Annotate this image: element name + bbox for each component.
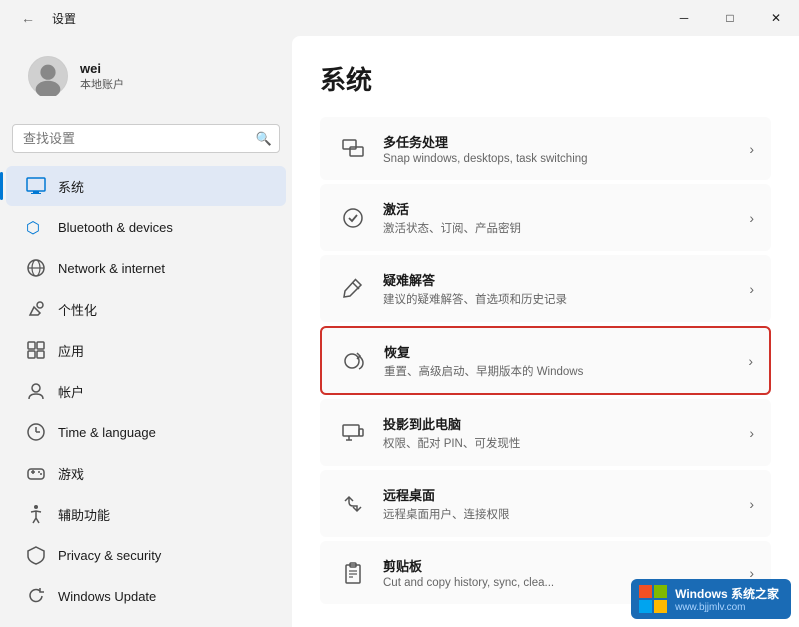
watermark-text: Windows 系统之家 www.bjjmlv.com — [675, 585, 779, 613]
avatar — [28, 56, 68, 96]
user-info: wei 本地账户 — [80, 61, 124, 92]
titlebar-title: 设置 — [52, 10, 76, 27]
app-container: wei 本地账户 🔍 系统 ⬡ Bluetooth & devices Netw… — [0, 36, 799, 627]
sidebar-item-label-personalization: 个性化 — [58, 300, 97, 319]
settings-item-arrow-project: › — [749, 425, 754, 441]
sidebar-item-accessibility[interactable]: 辅助功能 — [6, 494, 286, 534]
settings-item-title-recovery: 恢复 — [384, 342, 740, 361]
multitask-icon — [337, 133, 369, 165]
sidebar-item-label-network: Network & internet — [58, 261, 165, 276]
back-button[interactable]: ← — [14, 4, 42, 32]
window-controls: ─ □ ✕ — [661, 0, 799, 36]
recovery-icon — [338, 345, 370, 377]
sidebar-item-label-update: Windows Update — [58, 589, 156, 604]
settings-item-desc-remote: 远程桌面用户、连接权限 — [383, 506, 741, 522]
watermark-line1: Windows 系统之家 — [675, 585, 779, 602]
settings-item-title-troubleshoot: 疑难解答 — [383, 270, 741, 289]
settings-item-arrow-multitask: › — [749, 141, 754, 157]
maximize-button[interactable]: □ — [707, 0, 753, 36]
sidebar-item-label-privacy: Privacy & security — [58, 548, 161, 563]
sidebar-item-label-gaming: 游戏 — [58, 464, 84, 483]
settings-item-arrow-activation: › — [749, 210, 754, 226]
apps-icon — [26, 340, 46, 360]
bluetooth-icon: ⬡ — [26, 217, 46, 237]
sidebar-item-network[interactable]: Network & internet — [6, 248, 286, 288]
sidebar-item-label-apps: 应用 — [58, 341, 84, 360]
sidebar-item-update[interactable]: Windows Update — [6, 576, 286, 616]
settings-item-troubleshoot[interactable]: 疑难解答 建议的疑难解答、首选项和历史记录 › — [320, 255, 771, 322]
page-title: 系统 — [320, 60, 771, 97]
settings-item-desc-activation: 激活状态、订阅、产品密钥 — [383, 220, 741, 236]
privacy-icon — [26, 545, 46, 565]
sidebar-item-gaming[interactable]: 游戏 — [6, 453, 286, 493]
user-name: wei — [80, 61, 124, 76]
user-profile[interactable]: wei 本地账户 — [8, 40, 284, 112]
watermark-line2: www.bjjmlv.com — [675, 602, 779, 613]
sidebar-item-system[interactable]: 系统 — [6, 166, 286, 206]
sidebar-item-label-bluetooth: Bluetooth & devices — [58, 220, 173, 235]
sidebar-item-privacy[interactable]: Privacy & security — [6, 535, 286, 575]
sidebar-item-apps[interactable]: 应用 — [6, 330, 286, 370]
search-icon: 🔍 — [256, 131, 272, 147]
accessibility-icon — [26, 504, 46, 524]
main-content: 系统 多任务处理 Snap windows, desktops, task sw… — [292, 36, 799, 627]
settings-item-title-clipboard: 剪贴板 — [383, 556, 741, 575]
settings-item-arrow-troubleshoot: › — [749, 281, 754, 297]
settings-item-project[interactable]: 投影到此电脑 权限、配对 PIN、可发现性 › — [320, 399, 771, 466]
gaming-icon — [26, 463, 46, 483]
settings-item-text-multitask: 多任务处理 Snap windows, desktops, task switc… — [383, 132, 741, 165]
sidebar: wei 本地账户 🔍 系统 ⬡ Bluetooth & devices Netw… — [0, 36, 292, 627]
time-icon — [26, 422, 46, 442]
sidebar-item-label-system: 系统 — [58, 177, 84, 196]
minimize-button[interactable]: ─ — [661, 0, 707, 36]
settings-item-recovery[interactable]: 恢复 重置、高级启动、早期版本的 Windows › — [320, 326, 771, 395]
settings-item-desc-recovery: 重置、高级启动、早期版本的 Windows — [384, 363, 740, 379]
network-icon — [26, 258, 46, 278]
settings-item-text-remote: 远程桌面 远程桌面用户、连接权限 — [383, 485, 741, 522]
nav-list: 系统 ⬡ Bluetooth & devices Network & inter… — [0, 165, 292, 617]
settings-item-desc-multitask: Snap windows, desktops, task switching — [383, 153, 741, 165]
troubleshoot-icon — [337, 273, 369, 305]
search-input[interactable] — [12, 124, 280, 153]
activation-icon — [337, 202, 369, 234]
settings-item-desc-project: 权限、配对 PIN、可发现性 — [383, 435, 741, 451]
sidebar-item-bluetooth[interactable]: ⬡ Bluetooth & devices — [6, 207, 286, 247]
settings-item-title-project: 投影到此电脑 — [383, 414, 741, 433]
watermark: Windows 系统之家 www.bjjmlv.com — [631, 579, 791, 619]
system-icon — [26, 176, 46, 196]
sidebar-item-label-accessibility: 辅助功能 — [58, 505, 110, 524]
settings-item-arrow-remote: › — [749, 496, 754, 512]
back-icon: ← — [21, 10, 35, 26]
search-box: 🔍 — [12, 124, 280, 153]
settings-item-title-multitask: 多任务处理 — [383, 132, 741, 151]
update-icon — [26, 586, 46, 606]
sidebar-item-label-time: Time & language — [58, 425, 156, 440]
settings-item-activation[interactable]: 激活 激活状态、订阅、产品密钥 › — [320, 184, 771, 251]
settings-item-text-recovery: 恢复 重置、高级启动、早期版本的 Windows — [384, 342, 740, 379]
sidebar-item-accounts[interactable]: 帐户 — [6, 371, 286, 411]
settings-item-text-project: 投影到此电脑 权限、配对 PIN、可发现性 — [383, 414, 741, 451]
close-button[interactable]: ✕ — [753, 0, 799, 36]
titlebar: ← 设置 ─ □ ✕ — [0, 0, 799, 36]
settings-item-title-remote: 远程桌面 — [383, 485, 741, 504]
settings-list: 多任务处理 Snap windows, desktops, task switc… — [320, 117, 771, 606]
settings-item-text-troubleshoot: 疑难解答 建议的疑难解答、首选项和历史记录 — [383, 270, 741, 307]
remote-icon — [337, 488, 369, 520]
clipboard-icon — [337, 557, 369, 589]
settings-item-text-activation: 激活 激活状态、订阅、产品密钥 — [383, 199, 741, 236]
project-icon — [337, 417, 369, 449]
accounts-icon — [26, 381, 46, 401]
user-type: 本地账户 — [80, 76, 124, 92]
sidebar-item-personalization[interactable]: 个性化 — [6, 289, 286, 329]
personalization-icon — [26, 299, 46, 319]
watermark-logo — [639, 585, 667, 613]
sidebar-item-time[interactable]: Time & language — [6, 412, 286, 452]
settings-item-remote[interactable]: 远程桌面 远程桌面用户、连接权限 › — [320, 470, 771, 537]
settings-item-arrow-recovery: › — [748, 353, 753, 369]
settings-item-title-activation: 激活 — [383, 199, 741, 218]
svg-text:⬡: ⬡ — [26, 220, 40, 237]
settings-item-multitask[interactable]: 多任务处理 Snap windows, desktops, task switc… — [320, 117, 771, 180]
settings-item-desc-troubleshoot: 建议的疑难解答、首选项和历史记录 — [383, 291, 741, 307]
sidebar-item-label-accounts: 帐户 — [58, 382, 84, 401]
